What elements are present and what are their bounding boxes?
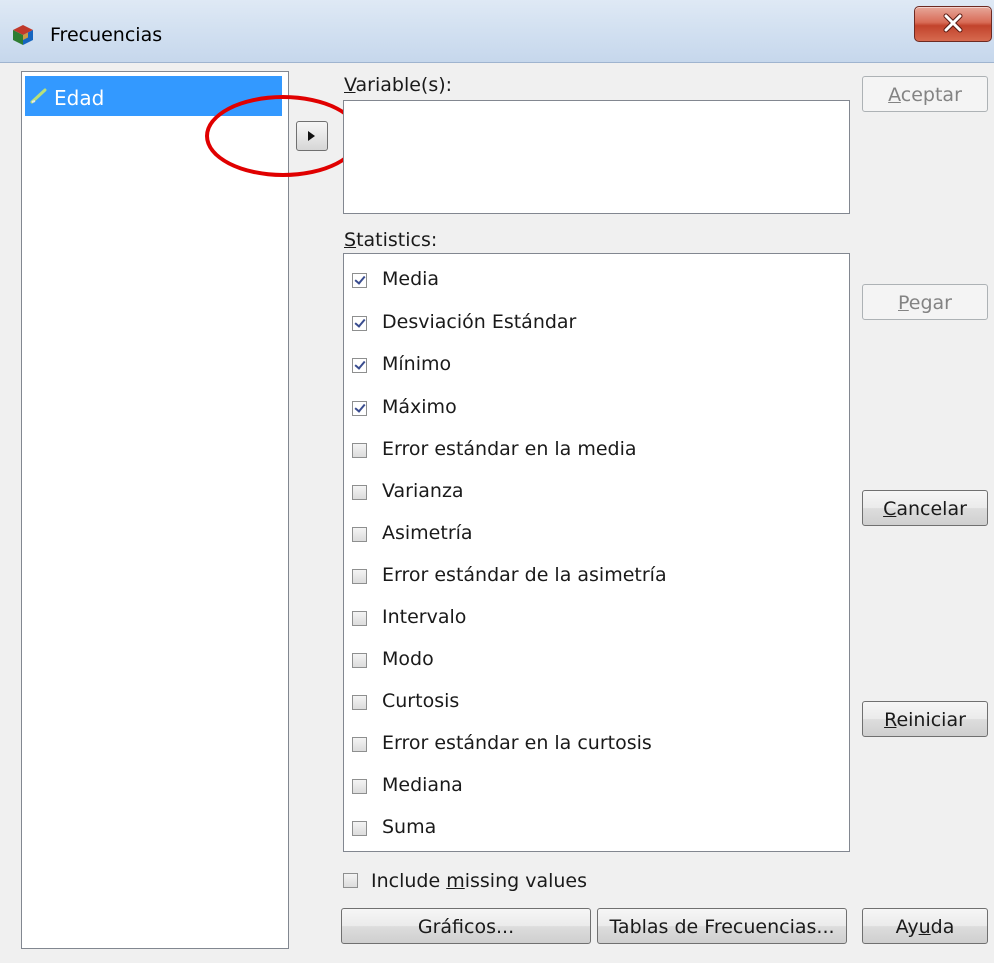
stat-label: Error estándar de la asimetría (382, 564, 667, 586)
variable-item-label: Edad (54, 86, 105, 110)
checkbox[interactable] (352, 273, 367, 288)
checkbox[interactable] (352, 821, 367, 836)
reiniciar-button[interactable]: Reiniciar (862, 701, 988, 737)
checkbox[interactable] (352, 611, 367, 626)
stat-label: Curtosis (382, 690, 460, 712)
stat-label: Desviación Estándar (382, 311, 577, 333)
checkbox[interactable] (343, 873, 358, 888)
stat-label: Media (382, 268, 440, 290)
include-missing-label: Include missing values (371, 870, 588, 892)
stat-label: Mínimo (382, 353, 452, 375)
title-bar: Frecuencias (0, 0, 994, 63)
target-variable-list[interactable] (343, 100, 850, 214)
checkbox[interactable] (352, 443, 367, 458)
close-button[interactable] (914, 6, 992, 42)
checkbox[interactable] (352, 401, 367, 416)
ayuda-button[interactable]: Ayuda (862, 908, 988, 944)
scale-variable-icon (30, 88, 47, 104)
move-to-variables-button[interactable] (296, 121, 328, 151)
app-cube-icon (13, 25, 33, 45)
stat-label: Asimetría (382, 522, 473, 544)
checkbox[interactable] (352, 358, 367, 373)
triangle-right-icon (308, 131, 315, 141)
checkbox[interactable] (352, 737, 367, 752)
tablas-frecuencias-button[interactable]: Tablas de Frecuencias... (597, 908, 847, 944)
window-title: Frecuencias (50, 24, 163, 46)
cancelar-button[interactable]: Cancelar (862, 490, 988, 526)
stat-label: Máximo (382, 396, 457, 418)
stat-label: Varianza (382, 480, 464, 502)
checkbox[interactable] (352, 779, 367, 794)
stat-label: Mediana (382, 774, 463, 796)
aceptar-button[interactable]: Aceptar (862, 76, 988, 112)
statistics-list: Media Desviación Estándar Mínimo Máximo … (343, 253, 850, 852)
stat-label: Intervalo (382, 606, 467, 628)
checkbox[interactable] (352, 527, 367, 542)
stat-label: Modo (382, 648, 434, 670)
source-variable-list[interactable]: Edad (21, 71, 289, 949)
variable-item-edad[interactable]: Edad (25, 76, 282, 116)
checkbox[interactable] (352, 653, 367, 668)
statistics-label: Statistics: (344, 229, 438, 251)
checkbox[interactable] (352, 485, 367, 500)
pegar-button[interactable]: Pegar (862, 284, 988, 320)
graficos-button[interactable]: Gráficos... (341, 908, 591, 944)
stat-label: Error estándar en la media (382, 438, 637, 460)
stat-label: Error estándar en la curtosis (382, 732, 652, 754)
checkbox[interactable] (352, 569, 367, 584)
close-icon (943, 13, 963, 33)
variables-label: Variable(s): (344, 74, 453, 96)
checkbox[interactable] (352, 695, 367, 710)
checkbox[interactable] (352, 316, 367, 331)
stat-label: Suma (382, 816, 437, 838)
